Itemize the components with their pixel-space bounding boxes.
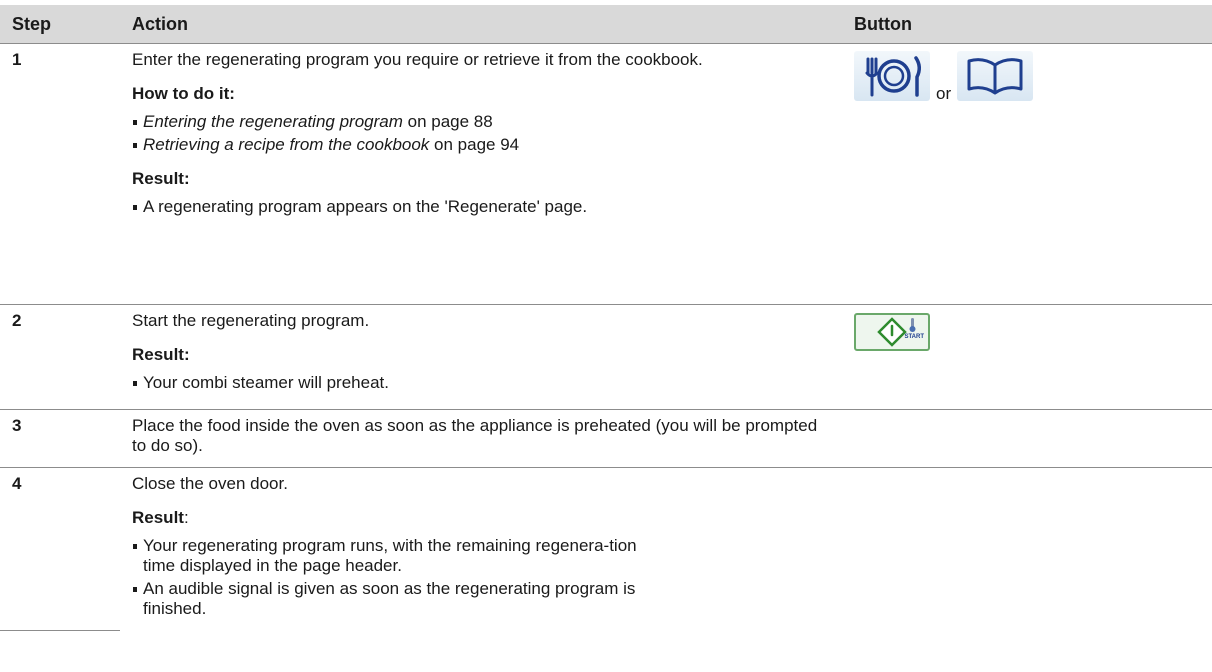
result-heading: Result: xyxy=(132,508,189,527)
step-instruction: Place the food inside the oven as soon a… xyxy=(132,416,818,455)
table-row: 2 Start the regenerating program. Result… xyxy=(0,304,1212,410)
list-item: Your regenerating program runs, with the… xyxy=(132,536,672,576)
step-buttons: or xyxy=(842,43,1212,305)
list-item: Your combi steamer will preheat. xyxy=(132,373,830,393)
result-heading: Result: xyxy=(132,345,190,364)
page-reference: on page 88 xyxy=(402,112,493,131)
list-item: Retrieving a recipe from the cookbook on… xyxy=(132,135,830,155)
page-reference: on page 94 xyxy=(429,135,520,154)
list-item: Entering the regenerating program on pag… xyxy=(132,112,830,132)
list-item: A regenerating program appears on the 'R… xyxy=(132,197,830,217)
start-button-icon: START xyxy=(854,313,930,351)
step-instruction: Enter the regenerating program you requi… xyxy=(132,50,703,69)
result-list: A regenerating program appears on the 'R… xyxy=(132,197,830,217)
step-action: Close the oven door. Result: Your regene… xyxy=(120,468,842,631)
step-number: 3 xyxy=(0,409,120,468)
cookbook-icon xyxy=(957,51,1034,101)
result-list: Your combi steamer will preheat. xyxy=(132,373,830,393)
cross-reference-link[interactable]: Retrieving a recipe from the cookbook xyxy=(143,135,429,154)
step-action: Place the food inside the oven as soon a… xyxy=(120,409,842,468)
step-buttons xyxy=(842,468,1212,631)
step-instruction: Close the oven door. xyxy=(132,474,288,493)
header-action: Action xyxy=(120,5,842,44)
step-buttons: START xyxy=(842,304,1212,410)
result-list: Your regenerating program runs, with the… xyxy=(132,536,672,619)
plate-cutlery-icon xyxy=(854,51,930,101)
table-row: 3 Place the food inside the oven as soon… xyxy=(0,409,1212,468)
list-item: An audible signal is given as soon as th… xyxy=(132,579,672,619)
cross-reference-link[interactable]: Entering the regenerating program xyxy=(143,112,403,131)
table-row: 4 Close the oven door. Result: Your rege… xyxy=(0,467,1212,631)
steps-table: Step Action Button 1 Enter the regenerat… xyxy=(0,5,1212,631)
step-number: 2 xyxy=(0,304,120,410)
how-to-list: Entering the regenerating program on pag… xyxy=(132,112,830,155)
header-step: Step xyxy=(0,5,120,44)
step-number: 4 xyxy=(0,467,120,631)
header-button: Button xyxy=(842,5,1212,44)
step-number: 1 xyxy=(0,43,120,305)
how-to-heading: How to do it: xyxy=(132,84,235,103)
table-header-row: Step Action Button xyxy=(0,5,1212,44)
step-instruction: Start the regenerating program. xyxy=(132,311,370,330)
or-text: or xyxy=(936,84,952,103)
step-action: Start the regenerating program. Result: … xyxy=(120,304,842,410)
table-row: 1 Enter the regenerating program you req… xyxy=(0,43,1212,305)
result-heading: Result: xyxy=(132,169,190,188)
step-buttons xyxy=(842,409,1212,468)
start-label: START xyxy=(904,334,924,340)
step-action: Enter the regenerating program you requi… xyxy=(120,43,842,305)
